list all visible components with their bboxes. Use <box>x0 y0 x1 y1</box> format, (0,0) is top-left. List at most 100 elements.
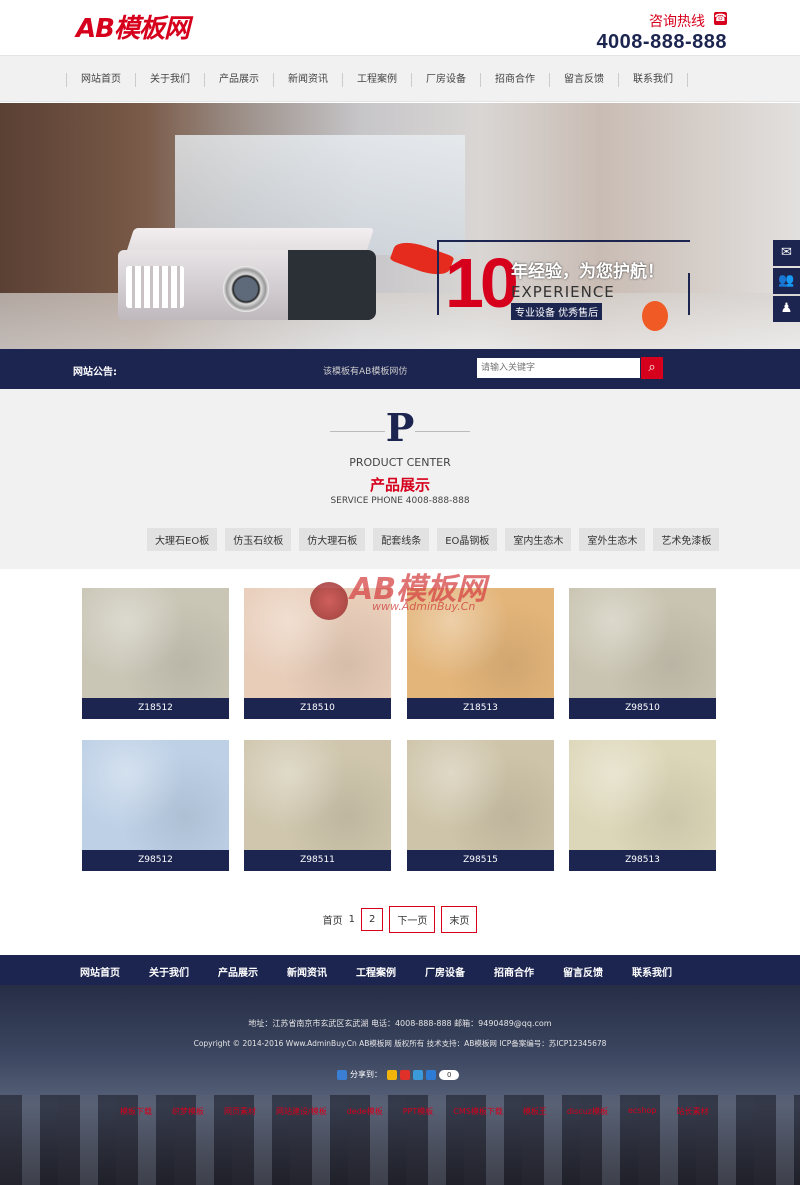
friend-link[interactable]: 网站建设/模板 <box>276 1106 327 1117</box>
banner-tag: 专业设备 优秀售后 <box>511 303 603 320</box>
product-card[interactable]: Z98515 <box>407 740 554 871</box>
notice-bar: 网站公告: 该模板有AB模板网仿 ⌕ <box>0 349 800 389</box>
share-plus-icon[interactable] <box>337 1069 347 1080</box>
friend-link[interactable]: dede模板 <box>347 1106 383 1117</box>
product-name[interactable]: Z98515 <box>407 850 554 871</box>
qq-icon[interactable]: ♟ <box>773 296 800 322</box>
footer-nav-item[interactable]: 联系我们 <box>632 964 672 979</box>
section-phone: SERVICE PHONE 4008-888-888 <box>330 496 470 506</box>
friend-link[interactable]: 站长素材 <box>677 1106 709 1117</box>
nav-item-partner[interactable]: 招商合作 <box>480 72 549 87</box>
section-letter: P <box>385 405 415 450</box>
friend-links: 模板下载 织梦模板 网页素材 网站建设/模板 dede模板 PPT模板 CMS模… <box>120 1106 709 1117</box>
footer-nav-item[interactable]: 产品展示 <box>218 964 258 979</box>
pager-next[interactable]: 下一页 <box>389 906 436 933</box>
product-image[interactable] <box>569 740 716 850</box>
site-logo[interactable]: AB模板网 <box>76 8 190 45</box>
footer-nav-item[interactable]: 厂房设备 <box>425 964 465 979</box>
banner-subline: EXPERIENCE <box>511 283 615 301</box>
phone-icon: ☎ <box>714 12 727 25</box>
share-label: 分享到： <box>350 1070 382 1079</box>
pagination: 首页 1 2 下一页 末页 <box>0 906 800 933</box>
friend-link[interactable]: CMS模板下载 <box>453 1106 503 1117</box>
footer-nav-item[interactable]: 新闻资讯 <box>287 964 327 979</box>
nav-item-news[interactable]: 新闻资讯 <box>273 72 342 87</box>
footer-nav: 网站首页 关于我们 产品展示 新闻资讯 工程案例 厂房设备 招商合作 留言反馈 … <box>0 955 800 985</box>
renren-icon[interactable] <box>426 1069 436 1080</box>
friend-link[interactable]: 模板王 <box>523 1106 547 1117</box>
hero-banner[interactable]: 10 年经验，为您护航！ EXPERIENCE 专业设备 优秀售后 <box>0 103 800 349</box>
nav-item-factory[interactable]: 厂房设备 <box>411 72 480 87</box>
banner-big-number: 10 <box>445 244 519 322</box>
search-input[interactable] <box>477 358 640 378</box>
product-image[interactable] <box>407 740 554 850</box>
product-image[interactable] <box>244 740 391 850</box>
friend-link[interactable]: PPT模板 <box>403 1106 434 1117</box>
search-icon: ⌕ <box>648 360 656 375</box>
pager-first[interactable]: 首页 <box>323 912 343 927</box>
product-name[interactable]: Z98512 <box>82 850 229 871</box>
banner-decoration-dot <box>642 301 668 331</box>
hotline-number: 4008-888-888 <box>596 31 727 53</box>
category-list: 大理石EO板 仿玉石纹板 仿大理石板 配套线条 EO晶钢板 室内生态木 室外生态… <box>147 528 720 551</box>
product-card[interactable]: Z98510 <box>569 588 716 719</box>
product-name[interactable]: Z18510 <box>244 698 391 719</box>
category-item[interactable]: 室内生态木 <box>505 528 572 551</box>
product-name[interactable]: Z18512 <box>82 698 229 719</box>
footer-nav-item[interactable]: 留言反馈 <box>563 964 603 979</box>
category-item[interactable]: 仿大理石板 <box>299 528 366 551</box>
friend-link[interactable]: ecshop <box>628 1106 657 1117</box>
notice-text[interactable]: 该模板有AB模板网仿 <box>323 364 407 377</box>
wechat-icon[interactable]: ✉ <box>773 240 800 266</box>
category-item[interactable]: 仿玉石纹板 <box>225 528 292 551</box>
product-name[interactable]: Z98510 <box>569 698 716 719</box>
main-nav: 网站首页 关于我们 产品展示 新闻资讯 工程案例 厂房设备 招商合作 留言反馈 … <box>0 55 800 102</box>
product-section-header: P PRODUCT CENTER 产品展示 SERVICE PHONE 4008… <box>0 389 800 569</box>
nav-item-feedback[interactable]: 留言反馈 <box>549 72 618 87</box>
friend-link[interactable]: 网页素材 <box>224 1106 256 1117</box>
section-title-en: PRODUCT CENTER <box>349 456 451 469</box>
footer-address: 地址：江苏省南京市玄武区玄武湖 电话：4008-888-888 邮箱：94904… <box>248 1019 552 1028</box>
share-count: 0 <box>439 1069 460 1080</box>
pager-page-2[interactable]: 2 <box>361 908 384 931</box>
product-card[interactable]: Z98513 <box>569 740 716 871</box>
friend-link[interactable]: discuz模板 <box>567 1106 608 1117</box>
product-name[interactable]: Z98513 <box>569 850 716 871</box>
product-card[interactable]: Z98511 <box>244 740 391 871</box>
nav-item-about[interactable]: 关于我们 <box>135 72 204 87</box>
users-icon[interactable]: 👥 <box>773 268 800 294</box>
nav-item-contact[interactable]: 联系我们 <box>618 72 688 87</box>
side-toolbar: ✉ 👥 ♟ <box>773 240 800 324</box>
pager-current: 1 <box>348 914 355 925</box>
footer-nav-item[interactable]: 网站首页 <box>80 964 120 979</box>
category-item[interactable]: 艺术免漆板 <box>653 528 720 551</box>
product-card[interactable]: Z98512 <box>82 740 229 871</box>
footer-nav-item[interactable]: 招商合作 <box>494 964 534 979</box>
category-item[interactable]: 大理石EO板 <box>147 528 218 551</box>
friend-link[interactable]: 织梦模板 <box>172 1106 204 1117</box>
nav-item-products[interactable]: 产品展示 <box>204 72 273 87</box>
category-item[interactable]: EO晶钢板 <box>437 528 498 551</box>
banner-headline: 年经验，为您护航！ <box>511 262 664 282</box>
category-item[interactable]: 室外生态木 <box>579 528 646 551</box>
projector-image <box>118 228 376 328</box>
product-image[interactable] <box>569 588 716 698</box>
product-name[interactable]: Z98511 <box>244 850 391 871</box>
product-image[interactable] <box>82 588 229 698</box>
product-name[interactable]: Z18513 <box>407 698 554 719</box>
search-button[interactable]: ⌕ <box>641 357 663 379</box>
pager-last[interactable]: 末页 <box>441 906 478 933</box>
nav-item-home[interactable]: 网站首页 <box>66 72 135 87</box>
footer-copyright: Copyright © 2014-2016 Www.AdminBuy.Cn AB… <box>193 1039 607 1048</box>
footer-nav-item[interactable]: 关于我们 <box>149 964 189 979</box>
friend-link[interactable]: 模板下载 <box>120 1106 152 1117</box>
footer-nav-item[interactable]: 工程案例 <box>356 964 396 979</box>
nav-item-cases[interactable]: 工程案例 <box>342 72 411 87</box>
weibo-icon[interactable] <box>400 1069 410 1080</box>
product-card[interactable]: Z18512 <box>82 588 229 719</box>
tencent-weibo-icon[interactable] <box>413 1069 423 1080</box>
product-image[interactable] <box>82 740 229 850</box>
category-item[interactable]: 配套线条 <box>373 528 430 551</box>
qzone-icon[interactable] <box>387 1069 397 1080</box>
footer: 地址：江苏省南京市玄武区玄武湖 电话：4008-888-888 邮箱：94904… <box>0 985 800 1185</box>
